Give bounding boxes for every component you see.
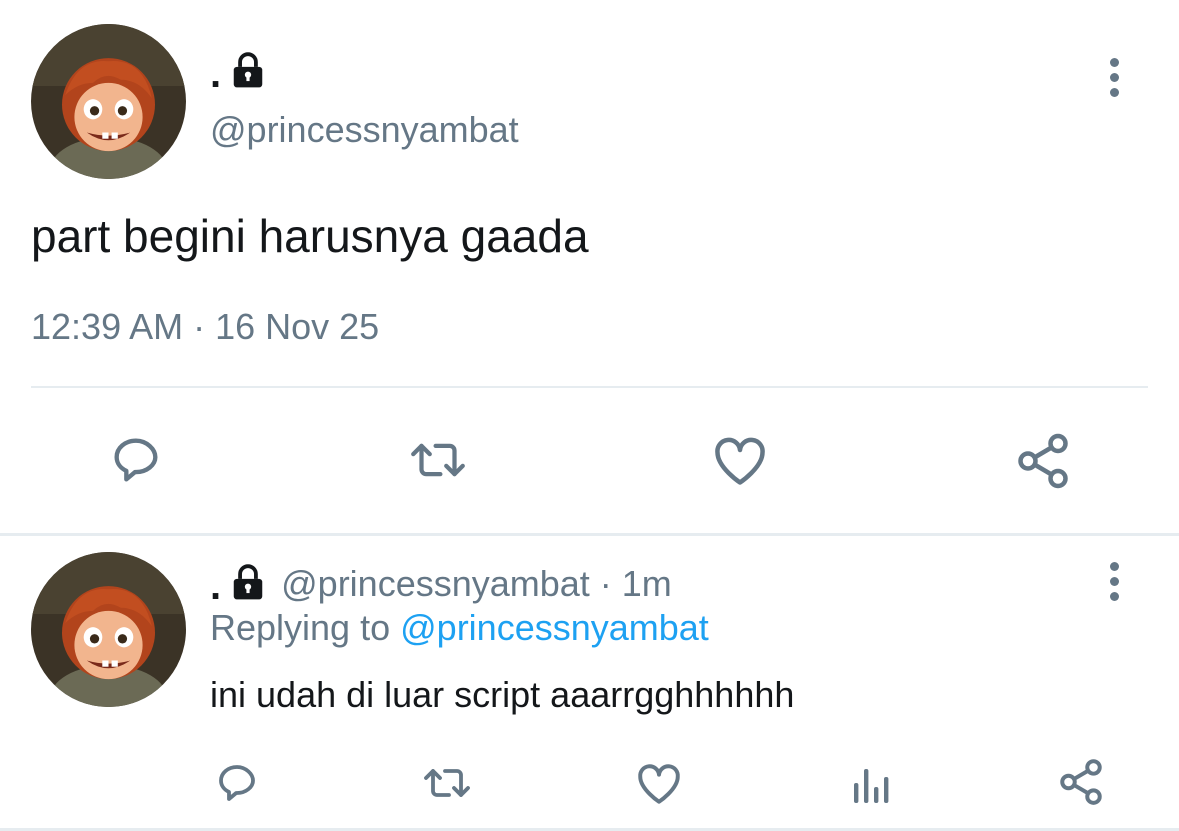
author-handle-time[interactable]: @princessnyambat · 1m <box>281 562 672 606</box>
avatar[interactable] <box>31 552 186 707</box>
avatar[interactable] <box>31 24 186 179</box>
more-vertical-icon[interactable] <box>1104 58 1124 97</box>
replying-mention-link[interactable]: @princessnyambat <box>400 607 709 648</box>
retweet-icon[interactable] <box>404 430 472 490</box>
retweet-icon[interactable] <box>418 758 476 808</box>
tweet-text: ini udah di luar script aaarrgghhhhhh <box>210 674 795 715</box>
analytics-icon[interactable] <box>848 758 892 808</box>
reply-header: . @princessnyambat · 1m <box>210 558 672 606</box>
reply-tweet[interactable]: . @princessnyambat · 1m Replying to @pri… <box>0 536 1179 831</box>
replying-prefix: Replying to <box>210 607 391 648</box>
author-name[interactable]: . <box>210 566 221 606</box>
tweet-text: part begini harusnya gaada <box>31 210 589 262</box>
reply-icon[interactable] <box>106 430 166 490</box>
replying-to: Replying to @princessnyambat <box>210 606 709 650</box>
share-icon[interactable] <box>1055 756 1107 808</box>
more-vertical-icon[interactable] <box>1104 562 1124 601</box>
share-icon[interactable] <box>1012 430 1074 492</box>
avatar-image <box>31 552 186 707</box>
tweet-timestamp[interactable]: 12:39 AM · 16 Nov 25 <box>31 304 379 350</box>
lock-icon <box>229 51 267 94</box>
author-handle[interactable]: @princessnyambat <box>210 108 519 152</box>
like-icon[interactable] <box>710 430 770 490</box>
main-tweet: . @princessnyambat part begini harusnya … <box>0 0 1179 536</box>
like-icon[interactable] <box>633 758 685 808</box>
avatar-image <box>31 24 186 179</box>
tweet-thread: . @princessnyambat part begini harusnya … <box>0 0 1179 831</box>
reply-icon[interactable] <box>212 758 262 808</box>
author-name[interactable]: . <box>210 54 221 94</box>
author-name-row: . <box>210 44 267 94</box>
lock-icon <box>229 563 267 606</box>
divider <box>31 386 1148 388</box>
